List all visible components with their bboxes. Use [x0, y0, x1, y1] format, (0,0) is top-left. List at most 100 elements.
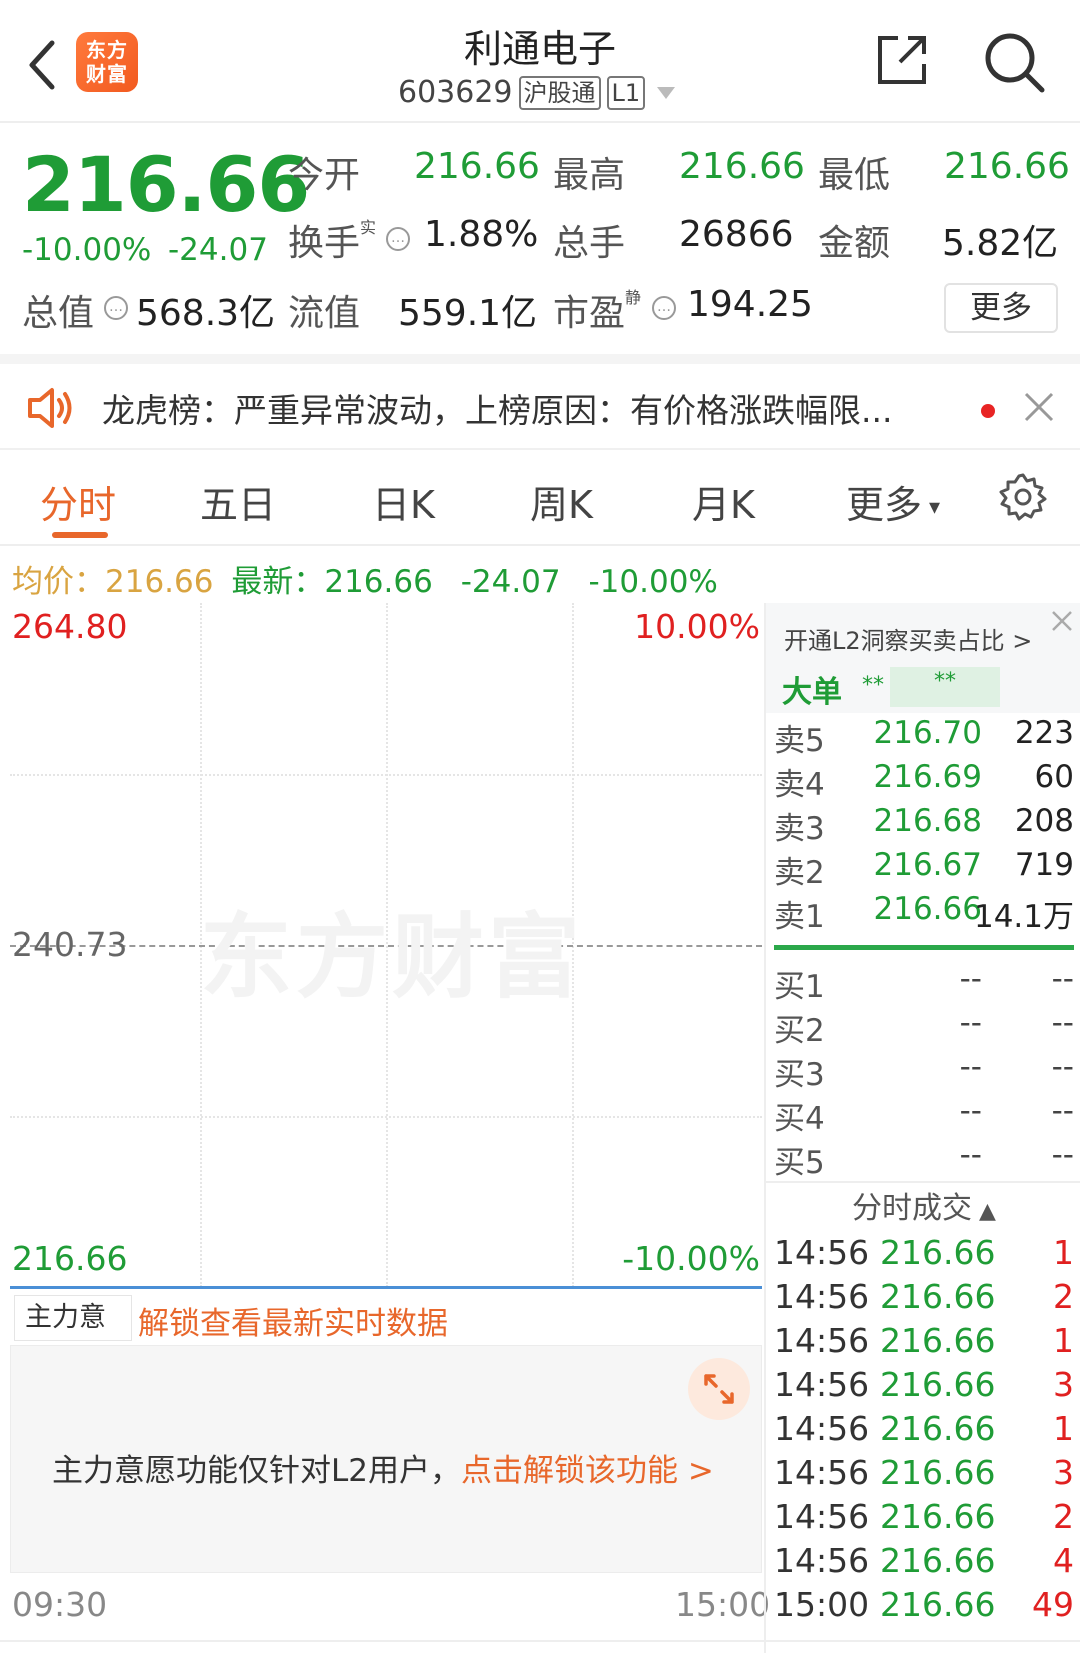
stock-name: 利通电子 — [463, 27, 616, 71]
active-tab-indicator — [52, 532, 108, 538]
trade-row: 14:56 216.66 2 — [766, 1277, 1080, 1321]
y-axis-mid: 240.73 — [12, 925, 128, 964]
tab-more[interactable]: 更多 ▾ — [846, 474, 940, 529]
notice-text[interactable]: 龙虎榜：严重异常波动，上榜原因：有价格涨跌幅限... — [102, 384, 892, 432]
trade-volume: 2 — [1053, 1277, 1074, 1316]
notice-bar[interactable]: 龙虎榜：严重异常波动，上榜原因：有价格涨跌幅限... — [0, 354, 1080, 450]
low-label: 最低 — [818, 155, 891, 196]
stock-code-row[interactable]: 603629 沪股通 L1 — [398, 75, 676, 110]
chevron-down-icon[interactable] — [657, 86, 676, 99]
level-price: -- — [959, 1137, 982, 1173]
y-axis-top: 264.80 — [12, 607, 128, 646]
search-icon[interactable] — [982, 30, 1048, 96]
top-bar: 东方 财富 利通电子 603629 沪股通 L1 — [0, 0, 1080, 123]
unlock-realtime-link[interactable]: 解锁查看最新实时数据 — [138, 1298, 448, 1343]
level-volume: -- — [1051, 1049, 1074, 1085]
trade-row: 14:56 216.66 2 — [766, 1497, 1080, 1541]
bid-ask-divider — [774, 945, 1074, 950]
trade-time: 15:00 — [774, 1585, 870, 1624]
tab-daily-k[interactable]: 日K — [372, 474, 435, 529]
connect-tag: 沪股通 — [518, 75, 601, 110]
level-price: 216.66 — [873, 891, 982, 927]
level-price: -- — [959, 961, 982, 997]
level-volume: -- — [1051, 1093, 1074, 1129]
level-volume: -- — [1051, 961, 1074, 997]
level-label: 买4 — [774, 1101, 825, 1137]
open-label: 今开 — [288, 155, 361, 196]
trade-volume: 3 — [1053, 1453, 1074, 1492]
chart-tabs: 分时 五日 日K 周K 月K 更多 ▾ — [0, 450, 1080, 546]
info-icon[interactable]: … — [104, 296, 128, 320]
unlock-feature-link[interactable]: 点击解锁该功能 > — [461, 1453, 714, 1489]
big-order-masked-2: ** — [890, 667, 1000, 707]
more-button[interactable]: 更多 — [944, 283, 1058, 333]
buy-level-row: 买3 -- -- — [766, 1049, 1080, 1093]
chevron-up-icon: ▲ — [972, 1199, 996, 1224]
volume-label: 总手 — [553, 223, 626, 264]
app-logo: 东方 财富 — [76, 32, 138, 92]
expand-icon — [704, 1374, 734, 1404]
level-label: 买5 — [774, 1145, 825, 1181]
level-volume: 14.1万 — [973, 899, 1074, 935]
tab-monthly-k[interactable]: 月K — [692, 474, 755, 529]
unread-dot — [981, 404, 995, 418]
amount-label: 金额 — [818, 223, 891, 264]
current-price: 216.66 — [22, 140, 310, 229]
trade-row: 14:56 216.66 4 — [766, 1541, 1080, 1585]
open-value: 216.66 — [414, 146, 540, 187]
close-icon[interactable] — [1048, 607, 1076, 635]
close-icon[interactable] — [1022, 390, 1056, 424]
back-arrow-icon[interactable] — [20, 35, 70, 95]
level-volume: 60 — [1034, 759, 1074, 795]
big-order-label: 大单 — [782, 675, 842, 710]
pe-value: 194.25 — [687, 284, 813, 325]
tab-weekly-k[interactable]: 周K — [530, 474, 593, 529]
volume-value: 26866 — [679, 214, 794, 255]
pct-axis-bottom: -10.00% — [622, 1239, 760, 1278]
l2-promo-title[interactable]: 开通L2洞察买卖占比 > — [784, 621, 1032, 656]
trade-volume: 1 — [1053, 1233, 1074, 1272]
turnover-value: 1.88% — [424, 214, 539, 255]
trade-volume: 49 — [1032, 1585, 1074, 1624]
info-icon[interactable]: … — [652, 296, 676, 320]
latest-label: 最新： — [231, 564, 325, 600]
buy-level-row: 买1 -- -- — [766, 961, 1080, 1005]
trade-price: 216.66 — [880, 1409, 996, 1448]
trade-volume: 1 — [1053, 1409, 1074, 1448]
turnover-sup: 实 — [360, 218, 377, 237]
speaker-icon — [28, 388, 72, 428]
indicator-select[interactable]: 主力意愿 ▼ — [14, 1295, 132, 1377]
trade-price: 216.66 — [880, 1585, 996, 1624]
l2-promo[interactable]: 开通L2洞察买卖占比 > 大单 ** ** — [766, 603, 1080, 713]
sell-level-row: 卖4 216.69 60 — [766, 759, 1080, 803]
info-icon[interactable]: … — [386, 227, 410, 251]
share-icon[interactable] — [874, 32, 930, 88]
trade-row: 14:56 216.66 3 — [766, 1453, 1080, 1497]
trade-price: 216.66 — [880, 1497, 996, 1536]
sell-level-row: 卖1 216.66 14.1万 — [766, 891, 1080, 935]
level-volume: -- — [1051, 1005, 1074, 1041]
intraday-chart[interactable]: 东方财富 264.80 10.00% 240.73 216.66 -10.00% — [10, 603, 762, 1289]
level-label: 买3 — [774, 1057, 825, 1093]
expand-button[interactable] — [688, 1358, 750, 1420]
tab-intraday[interactable]: 分时 — [40, 474, 116, 529]
buy-level-row: 买2 -- -- — [766, 1005, 1080, 1049]
gear-icon[interactable] — [998, 472, 1048, 522]
level-volume: 719 — [1014, 847, 1074, 883]
level-label: 买2 — [774, 1013, 825, 1049]
y-axis-bottom: 216.66 — [12, 1239, 128, 1278]
sell-level-row: 卖3 216.68 208 — [766, 803, 1080, 847]
level-label: 卖2 — [774, 855, 825, 891]
level-tag: L1 — [606, 75, 646, 110]
trade-row: 14:56 216.66 1 — [766, 1321, 1080, 1365]
trade-volume: 2 — [1053, 1497, 1074, 1536]
trades-header[interactable]: 分时成交 ▲ — [766, 1181, 1080, 1231]
trade-row: 14:56 216.66 1 — [766, 1233, 1080, 1277]
avg-price-bar: 均价：216.66 最新：216.66 -24.07 -10.00% — [12, 556, 718, 601]
latest-value: 216.66 — [324, 564, 433, 600]
order-book-panel: 开通L2洞察买卖占比 > 大单 ** ** 卖5 216.70 223 卖4 2… — [764, 603, 1080, 1653]
tab-five-day[interactable]: 五日 — [200, 474, 276, 529]
level-price: -- — [959, 1005, 982, 1041]
avg-label: 均价： — [12, 564, 105, 600]
trade-time: 14:56 — [774, 1409, 870, 1448]
